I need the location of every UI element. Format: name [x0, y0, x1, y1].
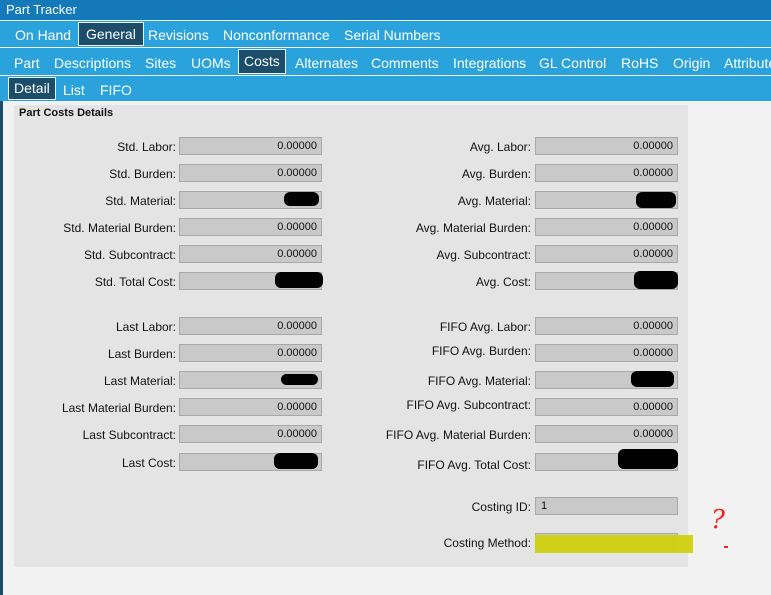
costing-method-label: Costing Method:	[443, 536, 531, 550]
tab-fifo[interactable]: FIFO	[96, 82, 136, 98]
last-material-burden-field[interactable]: 0.00000	[179, 398, 322, 416]
redaction-mark	[634, 271, 678, 289]
avg-material-burden-field[interactable]: 0.00000	[535, 218, 678, 236]
redaction-mark	[631, 371, 674, 387]
avg-subcontract-label: Avg. Subcontract:	[436, 248, 532, 262]
tab-revisions[interactable]: Revisions	[144, 27, 213, 43]
redaction-mark	[636, 192, 676, 208]
redaction-mark	[275, 272, 323, 288]
last-subcontract-label: Last Subcontract:	[82, 428, 176, 442]
tab-serial-numbers[interactable]: Serial Numbers	[340, 27, 444, 43]
std-material-burden-label: Std. Material Burden:	[63, 221, 176, 235]
avg-cost-label: Avg. Cost:	[475, 275, 531, 289]
window-title: Part Tracker	[0, 0, 771, 20]
tab-nonconformance[interactable]: Nonconformance	[219, 27, 334, 43]
fifo-avg-material-burden-field[interactable]: 0.00000	[535, 425, 678, 443]
avg-material-burden-label: Avg. Material Burden:	[415, 221, 531, 235]
tab-on-hand[interactable]: On Hand	[11, 27, 75, 43]
std-labor-label: Std. Labor:	[117, 140, 176, 154]
yellow-highlight-mark	[535, 535, 693, 553]
fifo-avg-total-cost-label: FIFO Avg. Total Cost:	[417, 458, 531, 472]
annotation-dot	[724, 546, 728, 548]
tab-general[interactable]: General	[78, 22, 144, 46]
avg-subcontract-field[interactable]: 0.00000	[535, 245, 678, 263]
std-total-cost-label: Std. Total Cost:	[94, 275, 176, 289]
tab-descriptions[interactable]: Descriptions	[50, 55, 135, 71]
tab-bar-top: On Hand General Revisions Nonconformance…	[0, 21, 771, 47]
tab-part[interactable]: Part	[10, 55, 44, 71]
redaction-mark	[284, 192, 319, 206]
last-labor-label: Last Labor:	[115, 320, 176, 334]
fifo-avg-subcontract-field[interactable]: 0.00000	[535, 398, 678, 416]
std-subcontract-label: Std. Subcontract:	[83, 248, 176, 262]
last-burden-field[interactable]: 0.00000	[179, 344, 322, 362]
tab-gl-control[interactable]: GL Control	[535, 55, 610, 71]
redaction-mark	[618, 449, 678, 469]
last-material-burden-label: Last Material Burden:	[61, 401, 176, 415]
std-burden-label: Std. Burden:	[109, 167, 176, 181]
last-burden-label: Last Burden:	[107, 347, 176, 361]
tab-sites[interactable]: Sites	[141, 55, 180, 71]
tab-comments[interactable]: Comments	[367, 55, 443, 71]
costing-id-label: Costing ID:	[471, 500, 531, 514]
tab-origin[interactable]: Origin	[669, 55, 714, 71]
avg-burden-field[interactable]: 0.00000	[535, 164, 678, 182]
tab-bar-middle: Part Descriptions Sites UOMs Costs Alter…	[0, 48, 771, 75]
fifo-avg-labor-field[interactable]: 0.00000	[535, 317, 678, 335]
fifo-avg-labor-label: FIFO Avg. Labor:	[439, 320, 531, 334]
fifo-avg-burden-label: FIFO Avg. Burden:	[431, 344, 531, 358]
fifo-avg-burden-field[interactable]: 0.00000	[535, 344, 678, 362]
last-subcontract-field[interactable]: 0.00000	[179, 425, 322, 443]
fifo-avg-material-label: FIFO Avg. Material:	[427, 374, 531, 388]
avg-labor-label: Avg. Labor:	[469, 140, 531, 154]
std-material-burden-field[interactable]: 0.00000	[179, 218, 322, 236]
tab-integrations[interactable]: Integrations	[449, 55, 530, 71]
fifo-avg-subcontract-label: FIFO Avg. Subcontract:	[406, 398, 532, 412]
avg-burden-label: Avg. Burden:	[461, 167, 531, 181]
panel-title: Part Costs Details	[19, 107, 114, 119]
std-labor-field[interactable]: 0.00000	[179, 137, 322, 155]
redaction-mark	[274, 453, 318, 469]
tab-costs[interactable]: Costs	[238, 49, 286, 74]
avg-labor-field[interactable]: 0.00000	[535, 137, 678, 155]
tab-detail[interactable]: Detail	[8, 77, 56, 100]
tab-alternates[interactable]: Alternates	[291, 55, 362, 71]
last-cost-label: Last Cost:	[121, 456, 176, 470]
last-labor-field[interactable]: 0.00000	[179, 317, 322, 335]
std-burden-field[interactable]: 0.00000	[179, 164, 322, 182]
left-border	[0, 101, 3, 595]
tab-attribute[interactable]: Attribute	[720, 55, 771, 71]
std-material-label: Std. Material:	[105, 194, 176, 208]
std-subcontract-field[interactable]: 0.00000	[179, 245, 322, 263]
tab-rohs[interactable]: RoHS	[617, 55, 662, 71]
redaction-mark	[281, 374, 318, 385]
last-material-label: Last Material:	[103, 374, 176, 388]
avg-material-label: Avg. Material:	[457, 194, 531, 208]
fifo-avg-material-burden-label: FIFO Avg. Material Burden:	[385, 428, 531, 442]
tab-bar-bottom: Detail List FIFO	[0, 76, 771, 101]
tab-list[interactable]: List	[59, 82, 89, 98]
tab-uoms[interactable]: UOMs	[187, 55, 235, 71]
annotation-question-mark: ?	[711, 505, 725, 535]
costing-id-field[interactable]: 1	[535, 497, 678, 515]
